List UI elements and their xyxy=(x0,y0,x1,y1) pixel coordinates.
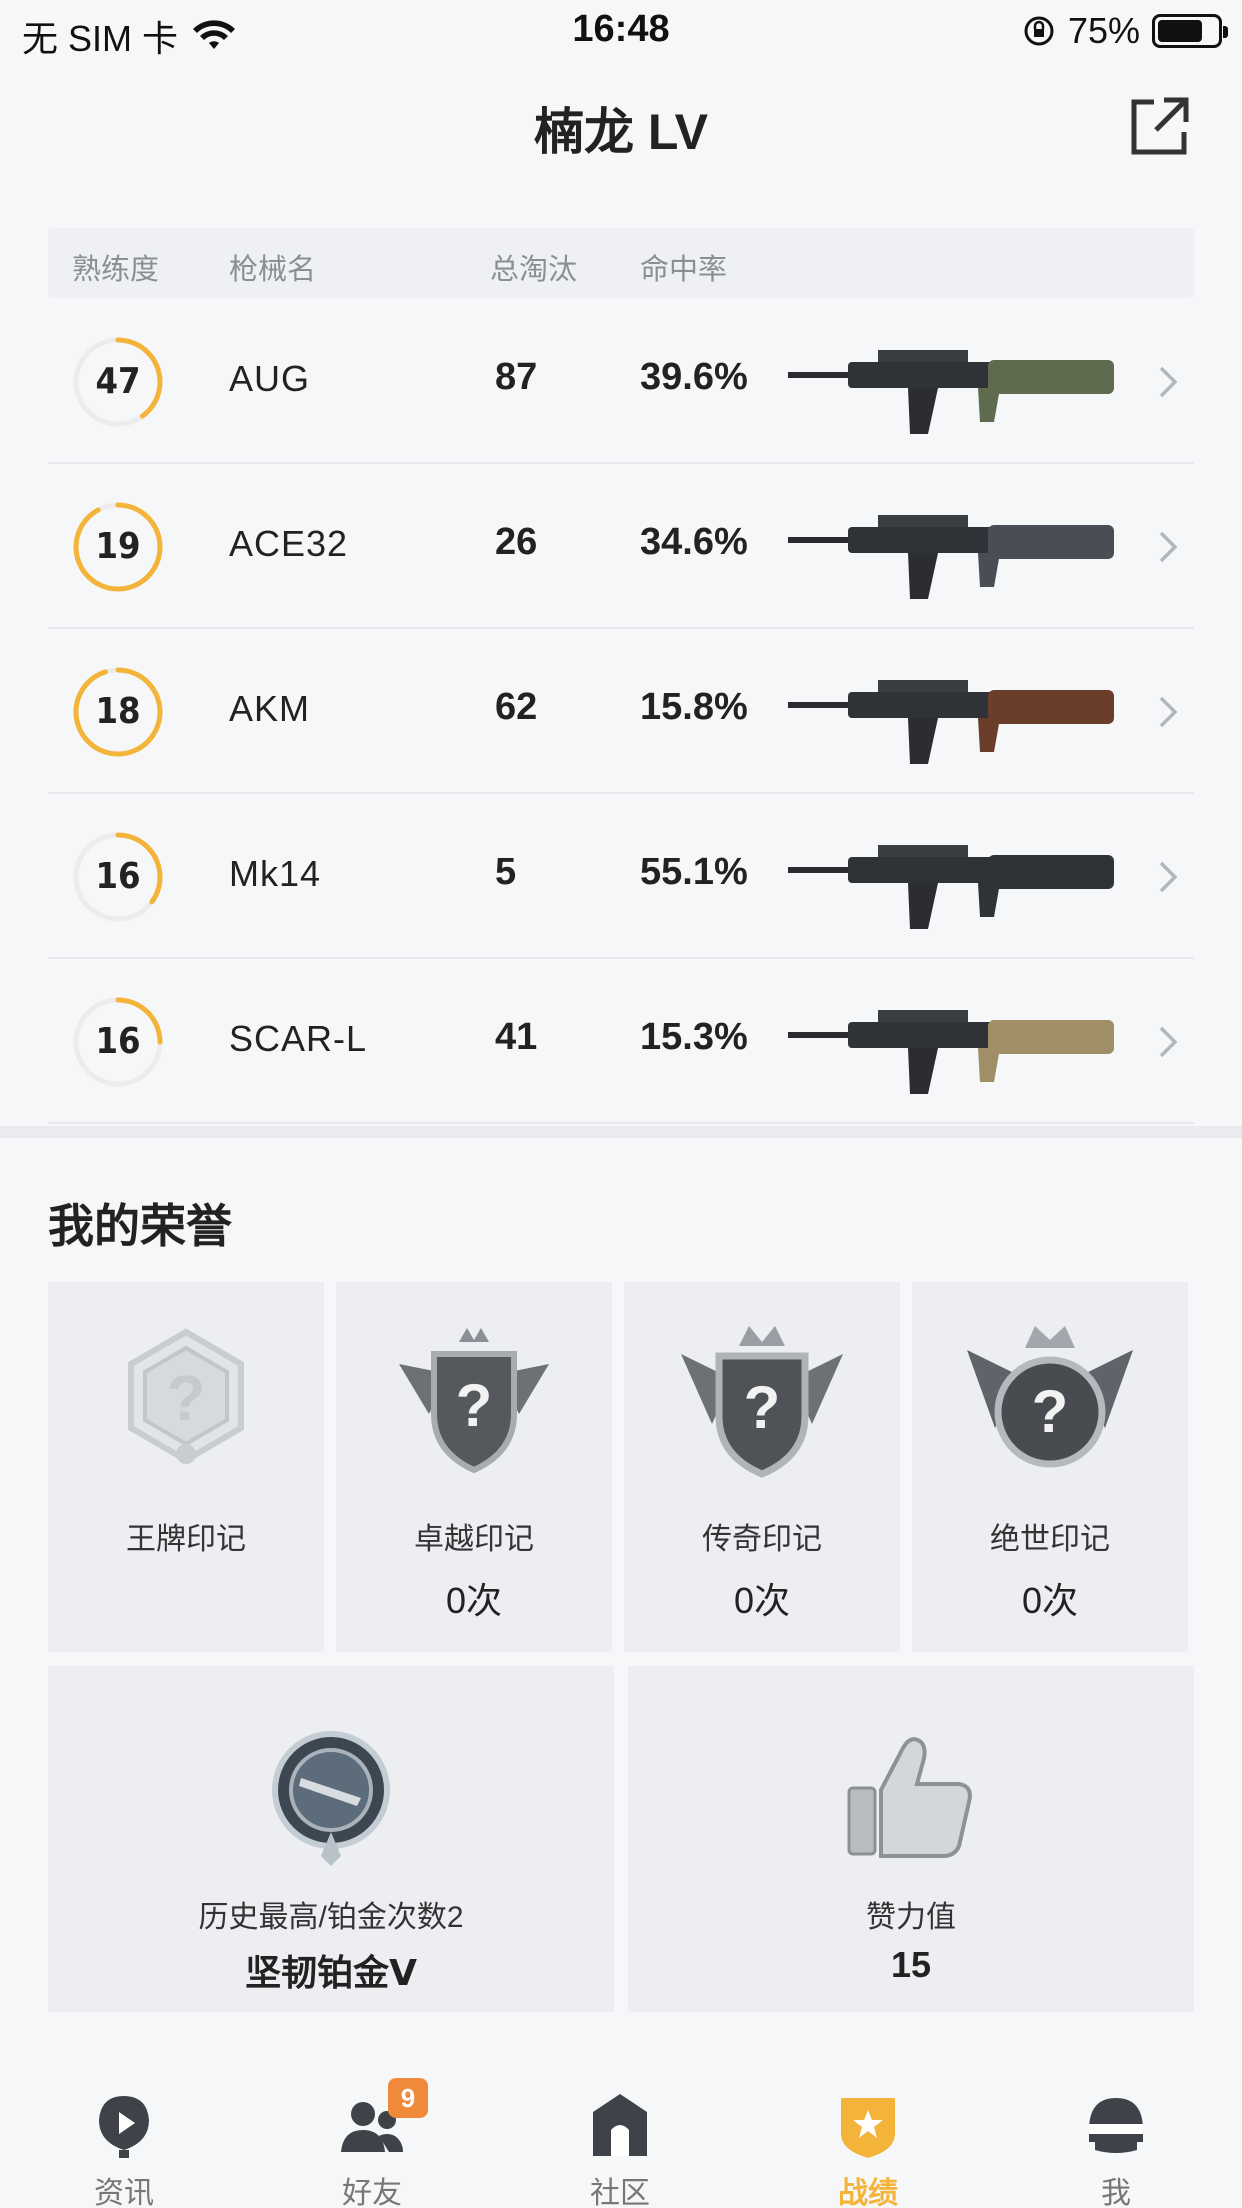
status-bar: 无 SIM 卡 16:48 75% xyxy=(0,0,1242,66)
community-icon xyxy=(593,2094,647,2156)
weapon-hit-rate: 39.6% xyxy=(640,356,748,398)
mark-label: 绝世印记 xyxy=(990,1523,1110,1556)
header-hit-rate: 命中率 xyxy=(640,254,728,286)
header-weapon-name: 枪械名 xyxy=(229,254,317,286)
proficiency-level: 19 xyxy=(95,526,141,567)
scarl-rifle-image xyxy=(788,1010,1114,1094)
weapon-kills: 41 xyxy=(495,1016,538,1058)
orientation-lock-icon xyxy=(1024,16,1054,46)
weapon-row[interactable]: 19 ACE32 26 34.6% xyxy=(48,465,1194,629)
likes-label: 赞力值 xyxy=(866,1901,956,1934)
mark-count: 0次 xyxy=(445,1580,503,1621)
share-external-icon[interactable] xyxy=(1128,94,1192,158)
weapon-kills: 5 xyxy=(495,851,517,893)
helmet-icon xyxy=(1089,2098,1143,2153)
svg-text:?: ? xyxy=(744,1374,781,1441)
mark-label: 王牌印记 xyxy=(126,1523,246,1556)
platinum-rank-icon xyxy=(272,1731,390,1866)
tab-me[interactable]: 我 xyxy=(992,2060,1240,2208)
tab-label: 社区 xyxy=(590,2177,650,2208)
mark-label: 卓越印记 xyxy=(414,1523,534,1556)
likes-value: 15 xyxy=(890,1944,932,1985)
mark-label: 传奇印记 xyxy=(702,1523,822,1556)
excellence-mark-icon: ? xyxy=(399,1328,549,1474)
weapon-row[interactable]: 18 AKM 62 15.8% xyxy=(48,630,1194,794)
weapon-hit-rate: 55.1% xyxy=(640,851,748,893)
weapon-row[interactable]: 16 Mk14 5 55.1% xyxy=(48,795,1194,959)
title-bar: 楠龙 LV xyxy=(0,80,1242,170)
mark-card-legend[interactable]: ? 传奇印记 0次 xyxy=(624,1282,900,1652)
rank-card[interactable]: 历史最高/铂金次数2 坚韧铂金Ⅴ xyxy=(48,1666,614,2012)
mark-count: 0次 xyxy=(733,1580,791,1621)
mark-count: 0次 xyxy=(1021,1580,1079,1621)
friends-badge: 9 xyxy=(388,2078,428,2118)
header-total-kills: 总淘汰 xyxy=(490,254,578,286)
weapon-kills: 87 xyxy=(495,356,538,398)
peerless-mark-icon: ? xyxy=(967,1326,1133,1468)
weapon-name: Mk14 xyxy=(229,853,322,894)
battery-fill xyxy=(1158,20,1202,42)
tab-label: 战绩 xyxy=(838,2177,898,2208)
tab-label: 好友 xyxy=(342,2177,402,2208)
battery-percent: 75% xyxy=(1067,10,1140,51)
weapon-hit-rate: 15.3% xyxy=(640,1016,748,1058)
weapon-hit-rate: 34.6% xyxy=(640,521,748,563)
weapon-kills: 62 xyxy=(495,686,538,728)
header-proficiency: 熟练度 xyxy=(72,254,160,286)
page-title: 楠龙 LV xyxy=(533,104,709,160)
mark-card-excellence[interactable]: ? 卓越印记 0次 xyxy=(336,1282,612,1652)
weapon-row[interactable]: 47 AUG 87 39.6% xyxy=(48,300,1194,464)
akm-rifle-image xyxy=(788,680,1114,764)
weapon-name: AUG xyxy=(229,358,311,399)
weapon-name: ACE32 xyxy=(229,523,349,564)
proficiency-level: 47 xyxy=(95,361,141,402)
weapon-name: SCAR-L xyxy=(229,1018,368,1059)
ace-mark-icon: ? xyxy=(128,1328,244,1464)
thumbs-up-icon xyxy=(847,1737,972,1858)
mk14-rifle-image xyxy=(788,845,1114,929)
svg-text:?: ? xyxy=(456,1372,493,1439)
status-right: 75% xyxy=(1022,10,1228,52)
chevron-right-icon xyxy=(1159,1026,1178,1058)
legend-mark-icon: ? xyxy=(681,1326,843,1478)
chevron-right-icon xyxy=(1159,696,1178,728)
tab-news[interactable]: 资讯 xyxy=(0,2060,248,2208)
tab-community[interactable]: 社区 xyxy=(496,2060,744,2208)
battery-icon xyxy=(1152,14,1228,48)
ace32-rifle-image xyxy=(788,515,1114,599)
proficiency-level: 18 xyxy=(95,691,141,732)
weapon-name: AKM xyxy=(229,688,311,729)
weapon-hit-rate: 15.8% xyxy=(640,686,748,728)
proficiency-level: 16 xyxy=(95,1021,141,1062)
weapon-row[interactable]: 16 SCAR-L 41 15.3% xyxy=(48,960,1194,1124)
tab-record[interactable]: 战绩 xyxy=(744,2060,992,2208)
weapon-table-header: 熟练度 枪械名 总淘汰 命中率 xyxy=(48,228,1194,298)
chevron-right-icon xyxy=(1159,861,1178,893)
tab-bar: 资讯 9 好友 社区 战绩 我 xyxy=(0,2060,1242,2208)
rank-label: 历史最高/铂金次数2 xyxy=(198,1901,464,1934)
proficiency-level: 16 xyxy=(95,856,141,897)
chevron-right-icon xyxy=(1159,366,1178,398)
weapon-kills: 26 xyxy=(495,521,538,563)
aug-rifle-image xyxy=(788,350,1114,434)
mark-card-peerless[interactable]: ? 绝世印记 0次 xyxy=(912,1282,1188,1652)
tab-label: 我 xyxy=(1101,2177,1131,2208)
record-icon xyxy=(841,2098,895,2158)
mark-card-ace[interactable]: ? 王牌印记 xyxy=(48,1282,324,1652)
honors-title: 我的荣誉 xyxy=(48,1200,232,1252)
likes-card[interactable]: 赞力值 15 xyxy=(628,1666,1194,2012)
svg-text:?: ? xyxy=(1032,1378,1069,1445)
chevron-right-icon xyxy=(1159,531,1178,563)
news-icon xyxy=(99,2096,149,2158)
rank-value: 坚韧铂金Ⅴ xyxy=(245,1952,417,1993)
tab-label: 资讯 xyxy=(94,2177,154,2208)
svg-text:?: ? xyxy=(166,1362,205,1434)
section-divider xyxy=(0,1126,1242,1138)
tab-friends[interactable]: 9 好友 xyxy=(248,2060,496,2208)
